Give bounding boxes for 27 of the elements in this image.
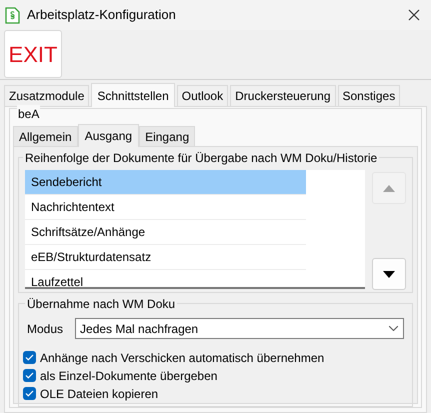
tab[interactable]: Druckersteuerung [230,85,336,106]
checkbox[interactable] [23,387,36,400]
down-arrow-icon [383,270,395,278]
tab[interactable]: Zusatzmodule [4,85,90,106]
app-icon [5,6,20,24]
move-down-button[interactable] [372,258,406,290]
window-title: Arbeitsplatz-Konfiguration [27,6,176,24]
tab[interactable]: Sonstiges [338,85,400,106]
group-title: Reihenfolge der Dokumente für Übergabe nach WM Doku/Historie [23,149,380,167]
mode-label: Modus [27,320,64,338]
list-item[interactable]: Sendebericht [25,170,306,195]
up-arrow-icon [383,184,395,192]
tab[interactable]: Allgemein [13,126,78,146]
checkbox-label: Anhänge nach Verschicken automatisch übernehmen [40,350,324,366]
checkbox-label: OLE Dateien kopieren [40,386,158,402]
mode-value: Jedes Mal nachfragen [80,320,198,338]
close-icon[interactable] [408,9,420,21]
tab[interactable]: Schnittstellen [91,83,175,107]
checkbox-label: als Einzel-Dokumente übergeben [40,368,218,384]
checkbox[interactable] [23,369,36,382]
checkbox[interactable] [23,351,36,364]
chevron-down-icon [389,326,398,331]
tab[interactable]: Outlook [176,85,228,106]
exit-button[interactable]: EXIT [4,30,62,78]
mode-dropdown[interactable]: Jedes Mal nachfragen [75,318,404,339]
tab[interactable]: Ausgang [78,124,140,147]
tab[interactable]: Eingang [139,126,196,146]
